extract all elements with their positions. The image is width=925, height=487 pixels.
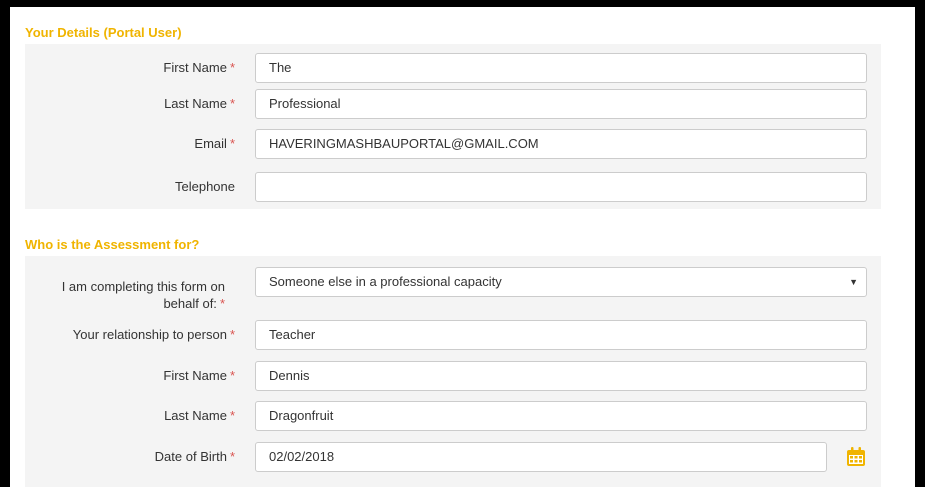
caret-down-icon: ▼	[849, 277, 858, 287]
person-last-name-input[interactable]: Dragonfruit	[255, 401, 867, 431]
dob-input[interactable]: 02/02/2018	[255, 442, 827, 472]
required-marker: *	[229, 449, 235, 464]
section-title-assessment: Who is the Assessment for?	[25, 237, 200, 252]
calendar-icon[interactable]	[845, 446, 867, 468]
required-marker: *	[229, 136, 235, 151]
form-frame: Your Details (Portal User) First Name * T…	[10, 7, 915, 487]
first-name-label: First Name *	[163, 60, 235, 75]
telephone-label: Telephone	[175, 179, 235, 194]
dob-label: Date of Birth *	[154, 449, 235, 464]
telephone-input[interactable]	[255, 172, 867, 202]
email-label: Email *	[194, 136, 235, 151]
required-marker: *	[229, 60, 235, 75]
section-title-your-details: Your Details (Portal User)	[25, 25, 182, 40]
person-last-name-label: Last Name *	[164, 408, 235, 423]
behalf-label: I am completing this form on behalf of: *	[61, 279, 225, 311]
required-marker: *	[229, 408, 235, 423]
required-marker: *	[219, 296, 225, 311]
person-first-name-input[interactable]: Dennis	[255, 361, 867, 391]
relationship-label: Your relationship to person *	[72, 327, 235, 342]
behalf-select[interactable]: Someone else in a professional capacity …	[255, 267, 867, 297]
person-first-name-label: First Name *	[163, 368, 235, 383]
required-marker: *	[229, 96, 235, 111]
required-marker: *	[229, 327, 235, 342]
your-details-panel: First Name * The Last Name * Professional …	[25, 44, 881, 209]
last-name-label: Last Name *	[164, 96, 235, 111]
first-name-input[interactable]: The	[255, 53, 867, 83]
email-input[interactable]: HAVERINGMASHBAUPORTAL@GMAIL.COM	[255, 129, 867, 159]
behalf-select-value: Someone else in a professional capacity	[269, 274, 502, 289]
last-name-input[interactable]: Professional	[255, 89, 867, 119]
assessment-panel: I am completing this form on behalf of: *…	[25, 256, 881, 487]
required-marker: *	[229, 368, 235, 383]
relationship-input[interactable]: Teacher	[255, 320, 867, 350]
